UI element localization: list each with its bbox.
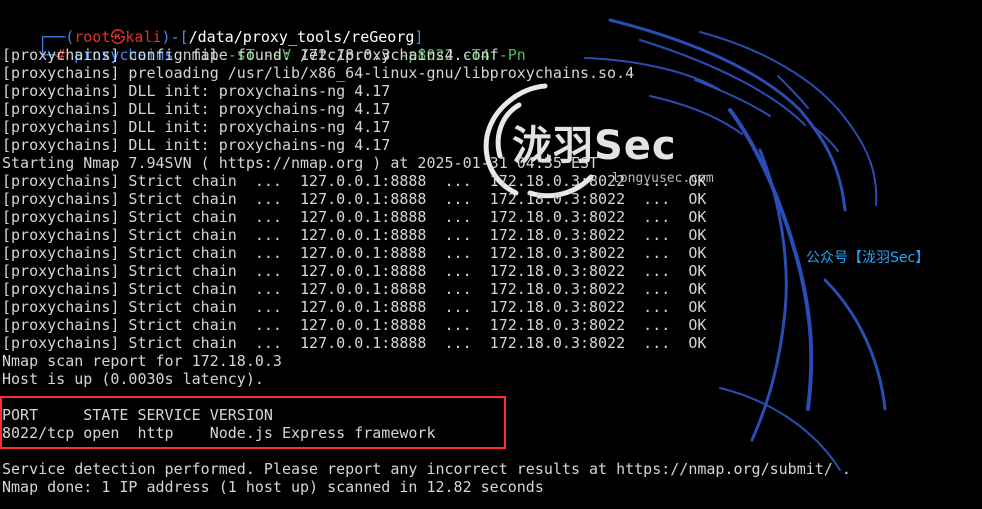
proxychains-chain-line-10: [proxychains] Strict chain ... 127.0.0.1… [2,334,707,352]
command-flag-Pn: -Pn [498,46,526,64]
proxychains-dll-line-4: [proxychains] DLL init: proxychains-ng 4… [2,136,391,154]
port-result-row: 8022/tcp open http Node.js Express frame… [2,424,436,442]
terminal-window[interactable]: 泷羽Sec longyusec.com 公众号【泷羽Sec】 ┌──(root㉿… [0,0,982,509]
port-header-line: PORT STATE SERVICE VERSION [2,406,273,424]
service-detection-line: Service detection performed. Please repo… [2,460,851,478]
nmap-starting-line: Starting Nmap 7.94SVN ( https://nmap.org… [2,154,599,172]
nmap-done-line: Nmap done: 1 IP address (1 host up) scan… [2,478,544,496]
proxychains-chain-line-1: [proxychains] Strict chain ... 127.0.0.1… [2,172,707,190]
proxychains-config-line: [proxychains] config file found: /etc/pr… [2,46,499,64]
proxychains-chain-line-2: [proxychains] Strict chain ... 127.0.0.1… [2,190,707,208]
command-line[interactable]: └─# proxychains nmap -sT -sV 172.18.0.3 … [2,28,526,64]
prompt-header-line: ┌──(root㉿kali)-[/data/proxy_tools/reGeor… [2,10,423,46]
nmap-report-line: Nmap scan report for 172.18.0.3 [2,352,282,370]
proxychains-preload-line: [proxychains] preloading /usr/lib/x86_64… [2,64,635,82]
proxychains-dll-line-1: [proxychains] DLL init: proxychains-ng 4… [2,82,391,100]
proxychains-chain-line-8: [proxychains] Strict chain ... 127.0.0.1… [2,298,707,316]
proxychains-chain-line-5: [proxychains] Strict chain ... 127.0.0.1… [2,244,707,262]
proxychains-chain-line-9: [proxychains] Strict chain ... 127.0.0.1… [2,316,707,334]
proxychains-dll-line-3: [proxychains] DLL init: proxychains-ng 4… [2,118,391,136]
proxychains-chain-line-4: [proxychains] Strict chain ... 127.0.0.1… [2,226,707,244]
proxychains-chain-line-3: [proxychains] Strict chain ... 127.0.0.1… [2,208,707,226]
proxychains-chain-line-7: [proxychains] Strict chain ... 127.0.0.1… [2,280,707,298]
host-up-line: Host is up (0.0030s latency). [2,370,264,388]
proxychains-dll-line-2: [proxychains] DLL init: proxychains-ng 4… [2,100,391,118]
wechat-watermark: 公众号【泷羽Sec】 [806,250,930,266]
proxychains-chain-line-6: [proxychains] Strict chain ... 127.0.0.1… [2,262,707,280]
